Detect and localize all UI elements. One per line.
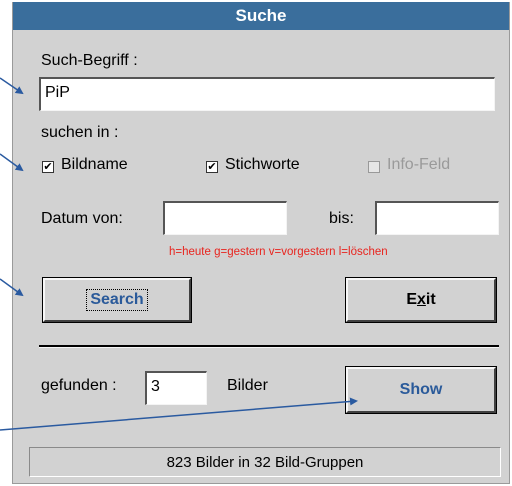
arrow-to-search-scope bbox=[0, 153, 24, 172]
arrow-to-search-term bbox=[0, 77, 24, 95]
annotation-arrows bbox=[0, 77, 358, 431]
arrow-to-show-button bbox=[0, 397, 358, 431]
arrow-to-search-button bbox=[0, 278, 24, 297]
